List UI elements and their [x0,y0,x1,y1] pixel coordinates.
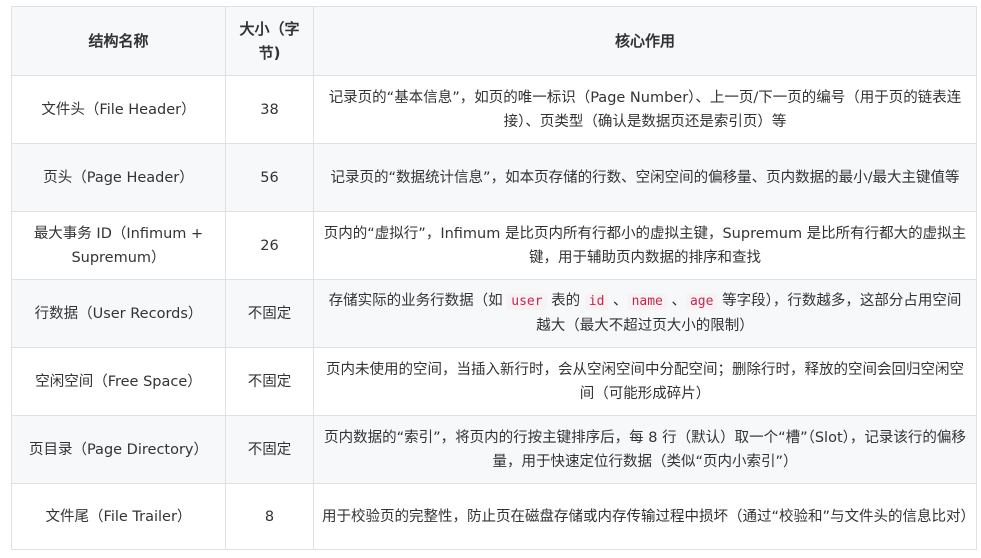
size-cell: 不固定 [225,279,314,348]
table-row: 文件尾（File Trailer） 8 用于校验页的完整性，防止页在磁盘存储或内… [11,483,977,550]
inline-code-user: user [507,293,547,310]
size-cell: 56 [225,143,314,212]
description-text: 、 [666,293,686,309]
description-cell: 页内的“虚拟行”，Infimum 是比页内所有行都小的虚拟主键，Supremum… [313,211,977,280]
header-core-role: 核心作用 [313,6,977,76]
size-cell: 26 [225,211,314,280]
table-row: 文件头（File Header） 38 记录页的“基本信息”，如页的唯一标识（P… [11,75,977,144]
size-cell: 38 [225,75,314,144]
size-cell: 不固定 [225,347,314,416]
table-row: 最大事务 ID（Infimum + Supremum） 26 页内的“虚拟行”，… [11,211,977,280]
size-cell: 不固定 [225,415,314,484]
structure-name-cell: 页目录（Page Directory） [11,415,226,484]
header-row: 结构名称 大小（字节) 核心作用 [11,6,977,76]
structure-table-container: 结构名称 大小（字节) 核心作用 文件头（File Header） 38 记录页… [11,6,977,550]
structure-name-cell: 行数据（User Records） [11,279,226,348]
description-cell: 存储实际的业务行数据（如 user 表的 id 、 name 、 age 等字段），… [313,279,977,348]
table-body: 文件头（File Header） 38 记录页的“基本信息”，如页的唯一标识（P… [11,75,977,550]
structure-name-cell: 文件头（File Header） [11,75,226,144]
header-structure-name: 结构名称 [11,6,226,76]
structure-name-cell: 页头（Page Header） [11,143,226,212]
inline-code-id: id [584,293,609,310]
description-cell: 页内未使用的空间，当插入新行时，会从空闲空间中分配空间；删除行时，释放的空间会回… [313,347,977,416]
structure-name-cell: 空闲空间（Free Space） [11,347,226,416]
description-cell: 记录页的“基本信息”，如页的唯一标识（Page Number）、上一页/下一页的… [313,75,977,144]
size-cell: 8 [225,483,314,550]
table-row: 空闲空间（Free Space） 不固定 页内未使用的空间，当插入新行时，会从空… [11,347,977,416]
description-cell: 页内数据的“索引”，将页内的行按主键排序后，每 8 行（默认）取一个“槽”（Sl… [313,415,977,484]
structure-name-cell: 文件尾（File Trailer） [11,483,226,550]
page-structure-table: 结构名称 大小（字节) 核心作用 文件头（File Header） 38 记录页… [11,6,977,550]
table-row: 页头（Page Header） 56 记录页的“数据统计信息”，如本页存储的行数… [11,143,977,212]
structure-name-cell: 最大事务 ID（Infimum + Supremum） [11,211,226,280]
description-cell: 记录页的“数据统计信息”，如本页存储的行数、空闲空间的偏移量、页内数据的最小/最… [313,143,977,212]
table-row: 行数据（User Records） 不固定 存储实际的业务行数据（如 user … [11,279,977,348]
inline-code-age: age [685,293,718,310]
table-row: 页目录（Page Directory） 不固定 页内数据的“索引”，将页内的行按… [11,415,977,484]
description-text: 表的 [546,293,585,309]
inline-code-name: name [627,293,667,310]
table-header: 结构名称 大小（字节) 核心作用 [11,6,977,76]
header-size: 大小（字节) [225,6,314,76]
description-cell: 用于校验页的完整性，防止页在磁盘存储或内存传输过程中损坏（通过“校验和”与文件头… [313,483,977,550]
description-text: 存储实际的业务行数据（如 [328,293,508,309]
description-text: 、 [608,293,628,309]
